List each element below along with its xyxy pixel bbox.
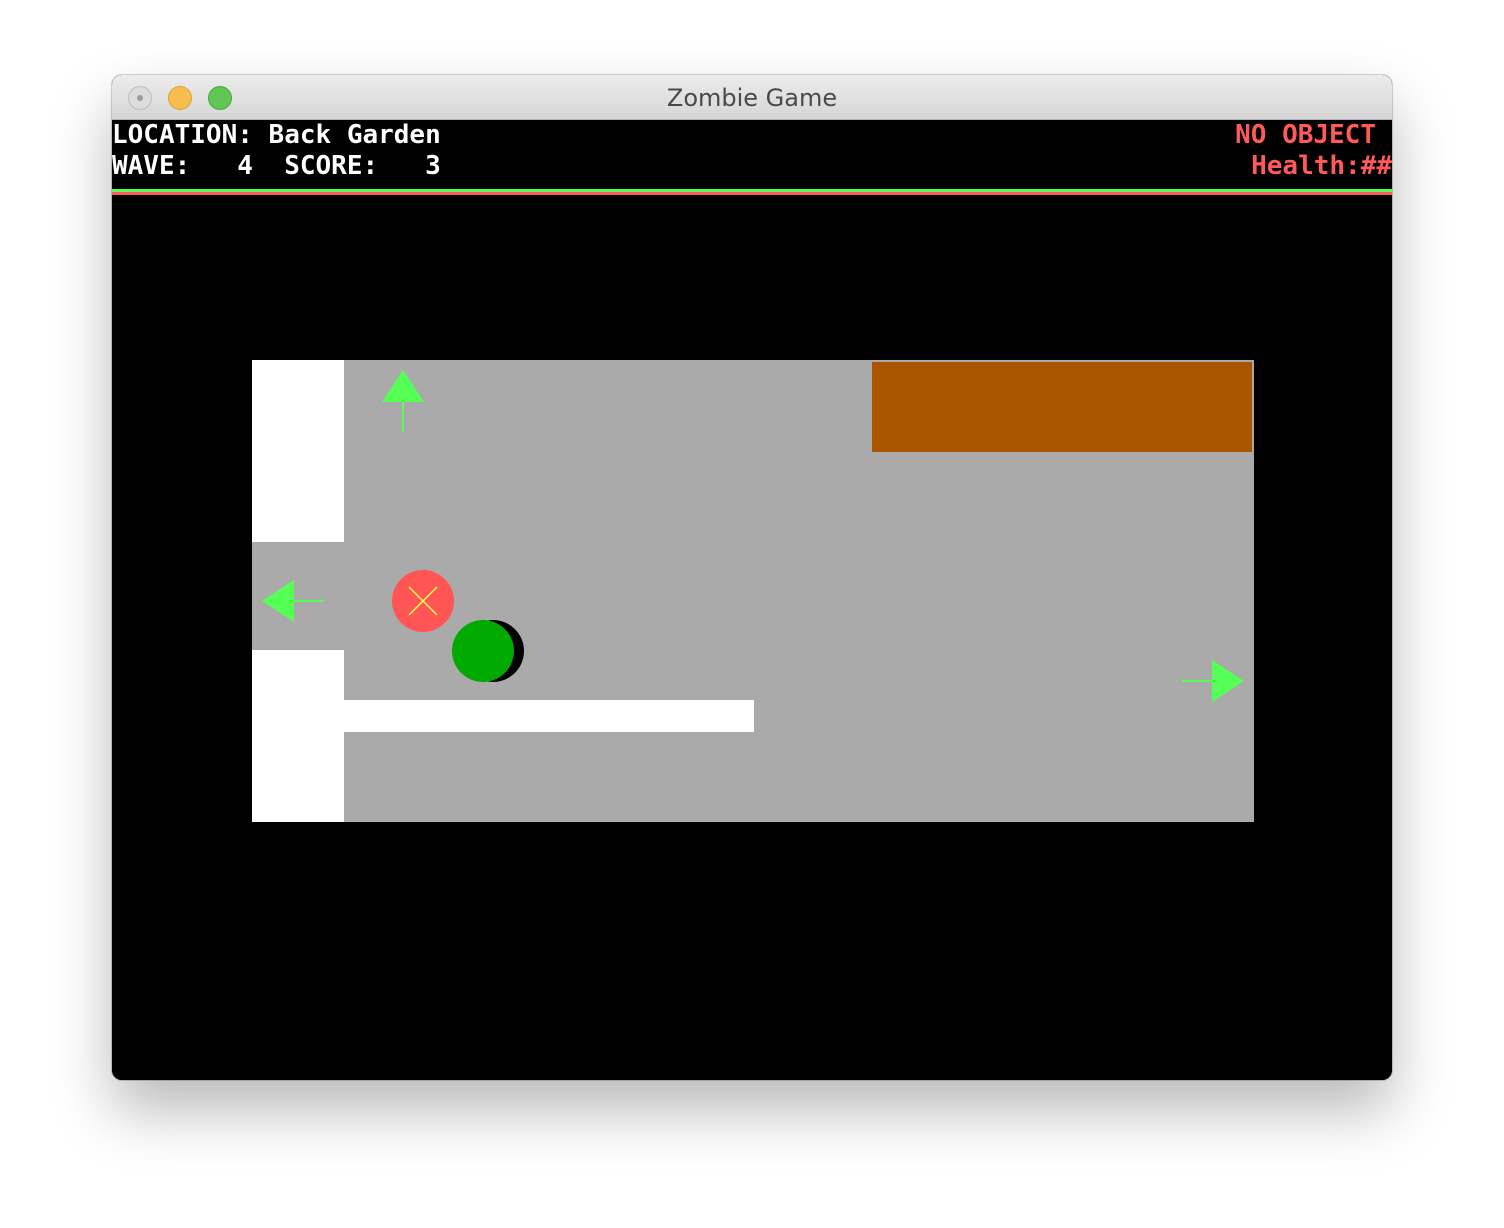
back-garden-playfield[interactable] [252, 360, 1254, 822]
player-character [452, 620, 524, 682]
wave-label: WAVE: [112, 151, 191, 181]
exit-arrow-up[interactable] [382, 370, 424, 432]
scene-sprites [262, 370, 1244, 702]
location-label: LOCATION: [112, 120, 253, 150]
wave-score-readout: WAVE: 4 SCORE: 3 [112, 151, 441, 181]
health-readout: Health:## [1251, 151, 1392, 181]
exit-arrow-left[interactable] [262, 580, 324, 622]
object-status: NO OBJECT [1235, 120, 1376, 150]
game-window: Zombie Game LOCATION: Back Garden WAVE: … [112, 75, 1392, 1080]
game-screen[interactable]: LOCATION: Back Garden WAVE: 4 SCORE: 3 N… [112, 120, 1392, 1080]
wave-value: 4 [237, 151, 253, 181]
exit-arrow-right[interactable] [1182, 660, 1244, 702]
score-label: SCORE: [284, 151, 379, 181]
location-readout: LOCATION: Back Garden [112, 120, 441, 150]
health-label: Health: [1251, 151, 1361, 181]
window-title: Zombie Game [666, 84, 838, 112]
title-bar[interactable]: Zombie Game [112, 75, 1392, 120]
location-value: Back Garden [268, 120, 441, 150]
target-marker [392, 570, 454, 632]
health-value: ## [1360, 151, 1392, 181]
score-value: 3 [425, 151, 441, 181]
hud-divider-red [112, 192, 1392, 195]
